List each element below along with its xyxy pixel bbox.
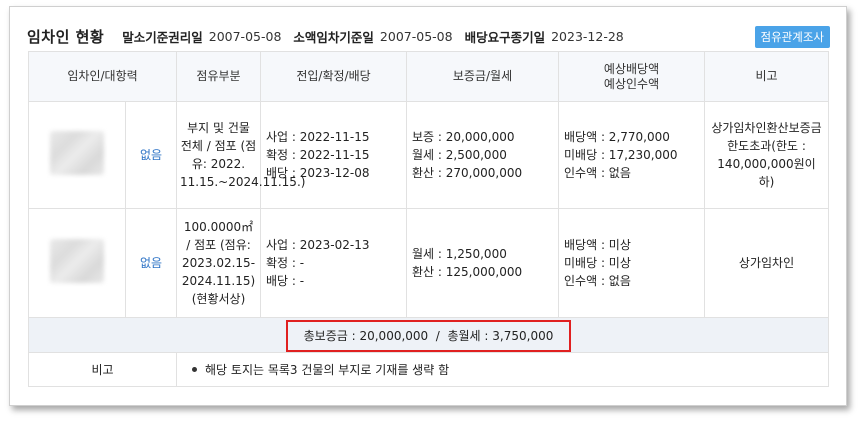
remark-cell: 상가임차인 [704, 208, 830, 318]
remark-cell: 상가임차인환산보증금 한도초과(한도 : 140,000,000원이하) [704, 101, 830, 209]
col-deposit: 보증금/월세 [406, 51, 560, 102]
blurred-name-image [50, 130, 104, 175]
tenant-table: 임차인/대항력 점유부분 전입/확정/배당 보증금/월세 예상배당액 예상인수액… [27, 51, 830, 387]
note-cell: 해당 토지는 목록3 건물의 부지로 기재를 생략 함 [176, 352, 830, 387]
table-header-row: 임차인/대항력 점유부분 전입/확정/배당 보증금/월세 예상배당액 예상인수액… [27, 51, 830, 102]
tenant-name-blurred [28, 208, 126, 318]
table-row: 없음 부지 및 건물 전체 / 점포 (점유: 2022. 11.15.~202… [28, 101, 830, 209]
panel-title: 임차인 현황 [27, 27, 105, 46]
dividend-deadline-date: 배당요구종기일 2023-12-28 [464, 28, 624, 45]
col-dates: 전입/확정/배당 [260, 51, 408, 102]
occupancy-cell: 부지 및 건물 전체 / 점포 (점유: 2022. 11.15.~2024.1… [176, 101, 305, 209]
deposit-cell: 월세 : 1,250,000 환산 : 125,000,000 [406, 208, 560, 318]
summary-total: 총보증금 : 20,000,000 / 총월세 : 3,750,000 [285, 320, 572, 352]
summary-row: 총보증금 : 20,000,000 / 총월세 : 3,750,000 [27, 317, 830, 353]
tenant-name-blurred [28, 101, 126, 209]
opposing-power[interactable]: 없음 [124, 101, 178, 209]
opposing-power[interactable]: 없음 [124, 208, 178, 318]
col-expected: 예상배당액 예상인수액 [558, 51, 706, 102]
tenant-status-panel: 임차인 현황 말소기준권리일 2007-05-08 소액임차기준일 2007-0… [9, 6, 847, 406]
panel-header: 임차인 현황 말소기준권리일 2007-05-08 소액임차기준일 2007-0… [27, 21, 830, 51]
bullet-icon [192, 366, 198, 372]
blurred-name-image [50, 238, 104, 283]
dates-cell: 사업 : 2022-11-15 확정 : 2022-11-15 배당 : 202… [260, 101, 408, 209]
cancel-base-date: 말소기준권리일 2007-05-08 [122, 28, 282, 45]
dates-cell: 사업 : 2023-02-13 확정 : - 배당 : - [260, 208, 408, 318]
note-label: 비고 [27, 352, 178, 387]
deposit-cell: 보증 : 20,000,000 월세 : 2,500,000 환산 : 270,… [406, 101, 560, 209]
col-tenant: 임차인/대항력 [27, 51, 178, 102]
expected-cell: 배당액 : 미상 미배당 : 미상 인수액 : 없음 [558, 208, 706, 318]
small-lease-base-date: 소액임차기준일 2007-05-08 [293, 28, 453, 45]
note-row: 비고 해당 토지는 목록3 건물의 부지로 기재를 생략 함 [27, 352, 830, 387]
col-occupancy: 점유부분 [176, 51, 262, 102]
occupancy-cell: 100.0000㎡ / 점포 (점유: 2023.02.15-2024.11.1… [176, 208, 262, 318]
expected-cell: 배당액 : 2,770,000 미배당 : 17,230,000 인수액 : 없… [558, 101, 706, 209]
col-remark: 비고 [704, 51, 830, 102]
occupancy-survey-button[interactable]: 점유관계조사 [754, 26, 830, 48]
table-row: 없음 100.0000㎡ / 점포 (점유: 2023.02.15-2024.1… [28, 208, 830, 318]
